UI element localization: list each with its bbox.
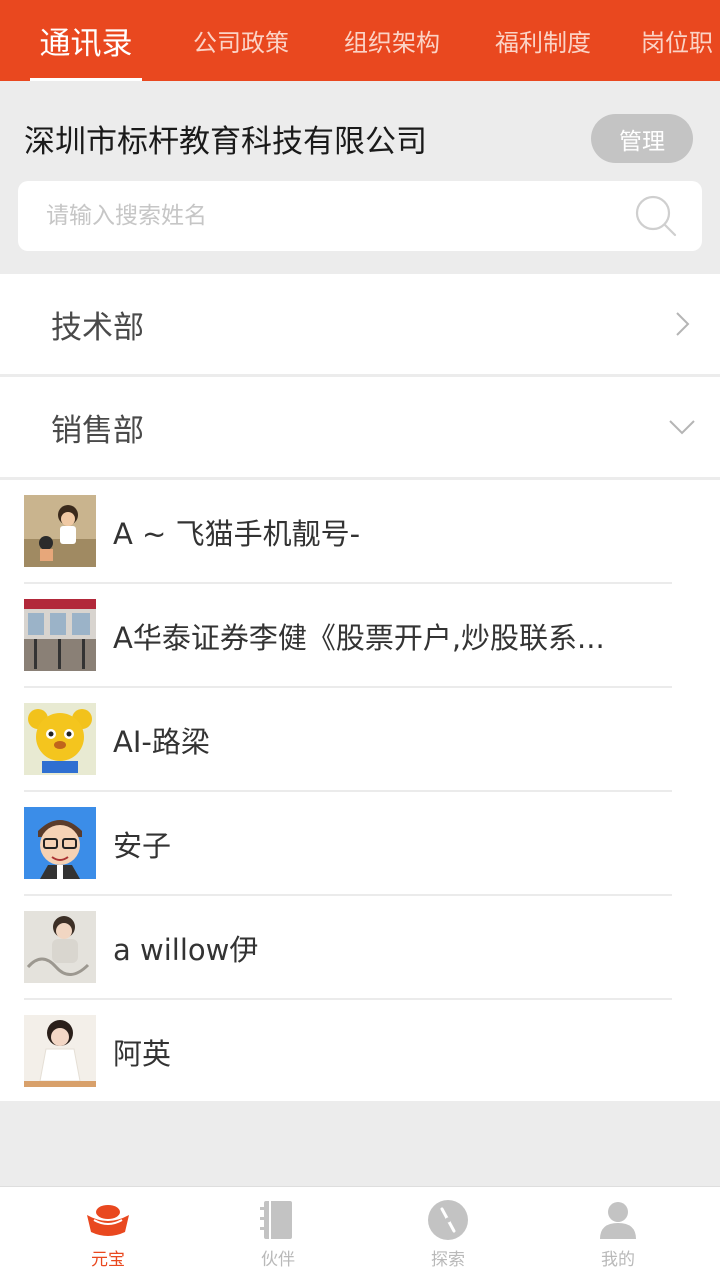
bottom-nav: 元宝 伙伴 探索 我的 <box>0 1186 720 1280</box>
department-label: 销售部 <box>51 412 144 449</box>
member-item[interactable]: a willow伊 <box>0 896 720 1000</box>
tab-org-structure[interactable]: 组织架构 <box>339 0 445 81</box>
chevron-down-icon <box>669 420 695 435</box>
department-row-tech[interactable]: 技术部 <box>0 274 720 374</box>
nav-item-explore[interactable]: 探索 <box>358 1187 538 1280</box>
member-name: 阿英 <box>113 1037 172 1071</box>
notebook-icon <box>260 1201 292 1239</box>
nav-label: 我的 <box>601 1250 635 1270</box>
department-row-sales[interactable]: 销售部 <box>0 377 720 477</box>
nav-item-yuanbao[interactable]: 元宝 <box>18 1187 198 1280</box>
tab-contacts[interactable]: 通讯录 <box>30 0 142 81</box>
member-item[interactable]: 阿英 <box>0 1000 720 1104</box>
member-name: A华泰证券李健《股票开户,炒股联系... <box>113 621 605 655</box>
member-item[interactable]: AI-路梁 <box>0 688 720 792</box>
avatar <box>24 495 96 567</box>
member-name: 安子 <box>113 829 172 863</box>
nav-label: 探索 <box>431 1250 465 1270</box>
member-item[interactable]: A华泰证券李健《股票开户,炒股联系... <box>0 584 720 688</box>
member-list: A ~ 飞猫手机靓号- A华泰证券李健《股票开户,炒股联系... AI-路梁 安… <box>0 480 720 1101</box>
avatar <box>24 1015 96 1087</box>
avatar <box>24 911 96 983</box>
company-name: 深圳市标杆教育科技有限公司 <box>24 123 427 160</box>
avatar <box>24 807 96 879</box>
nav-label: 伙伴 <box>261 1250 295 1270</box>
department-label: 技术部 <box>51 309 144 346</box>
search-box <box>18 181 702 251</box>
nav-item-mine[interactable]: 我的 <box>528 1187 708 1280</box>
tab-welfare-system[interactable]: 福利制度 <box>490 0 596 81</box>
member-item[interactable]: A ~ 飞猫手机靓号- <box>0 480 720 584</box>
member-name: a willow伊 <box>113 933 259 967</box>
search-input[interactable] <box>46 181 626 251</box>
search-icon[interactable] <box>633 193 679 239</box>
member-name: A ~ 飞猫手机靓号- <box>113 517 361 551</box>
avatar <box>24 703 96 775</box>
user-icon <box>600 1202 636 1239</box>
chevron-right-icon <box>676 312 690 336</box>
tab-job-positions[interactable]: 岗位职 <box>641 0 720 81</box>
nav-label: 元宝 <box>91 1250 125 1270</box>
tab-company-policy[interactable]: 公司政策 <box>188 0 294 81</box>
top-tab-bar: 通讯录 公司政策 组织架构 福利制度 岗位职 <box>0 0 720 81</box>
member-item[interactable]: 安子 <box>0 792 720 896</box>
ingot-icon <box>87 1205 129 1236</box>
nav-item-partners[interactable]: 伙伴 <box>188 1187 368 1280</box>
compass-icon <box>428 1200 468 1240</box>
avatar <box>24 599 96 671</box>
manage-button[interactable]: 管理 <box>591 114 693 163</box>
member-name: AI-路梁 <box>113 725 210 759</box>
